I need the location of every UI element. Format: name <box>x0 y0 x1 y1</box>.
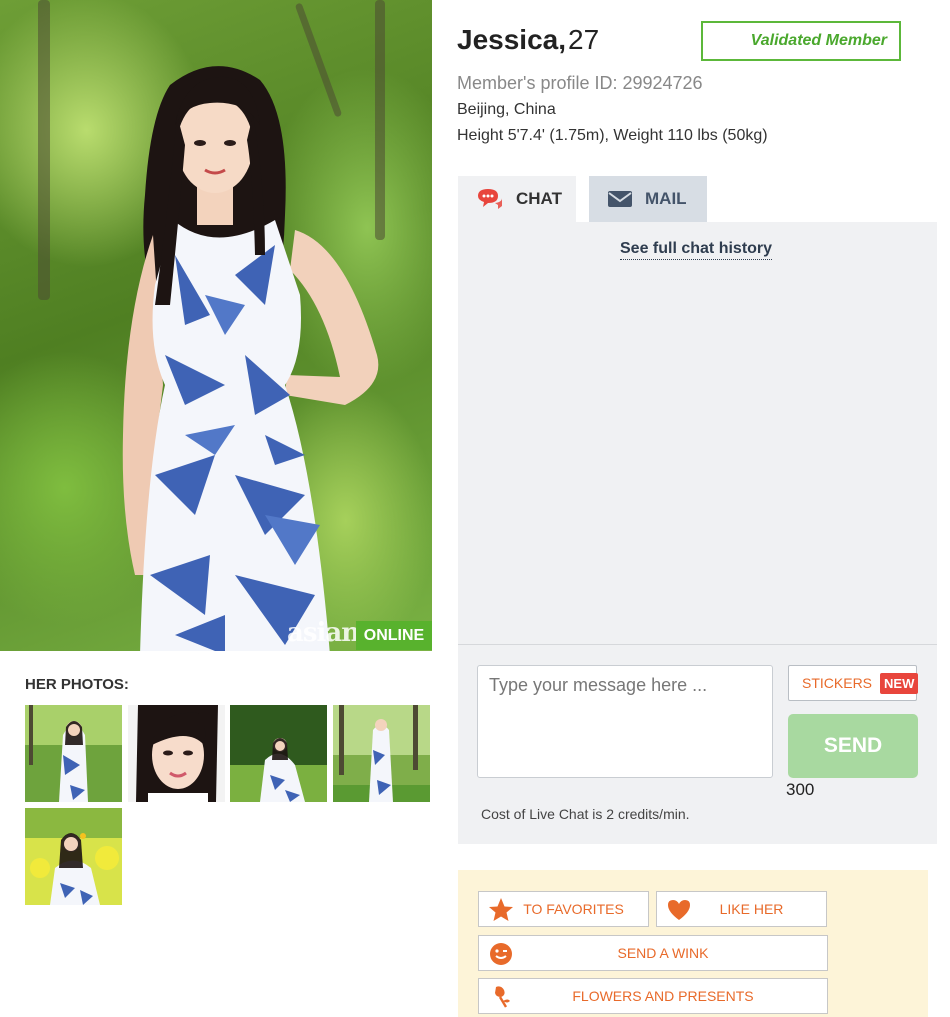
tab-chat-label: CHAT <box>516 189 562 208</box>
character-counter: 300 <box>786 780 815 799</box>
profile-height-weight: Height 5'7.4' (1.75m), Weight 110 lbs (5… <box>457 127 768 144</box>
stickers-label: STICKERS <box>802 675 873 691</box>
star-icon <box>489 898 513 921</box>
photo-thumbnail[interactable] <box>128 705 225 802</box>
new-badge: NEW <box>880 672 919 694</box>
online-status-badge: ONLINE <box>356 621 432 650</box>
chat-bubble-icon <box>478 189 502 209</box>
photo-thumbnail[interactable] <box>230 705 327 802</box>
tab-mail[interactable]: MAIL <box>589 176 707 222</box>
chat-message-input[interactable] <box>477 665 773 778</box>
main-profile-photo[interactable]: asian ONLINE <box>0 0 432 651</box>
stickers-button[interactable]: STICKERS NEW <box>788 665 919 701</box>
flowers-label: FLOWERS AND PRESENTS <box>572 988 754 1004</box>
send-button[interactable]: SEND <box>788 714 918 778</box>
profile-name: Jessica, <box>457 24 566 55</box>
like-button[interactable]: LIKE HER <box>656 891 827 927</box>
photo-thumbnail[interactable] <box>25 705 122 802</box>
chat-divider <box>458 644 937 645</box>
envelope-icon <box>608 191 632 207</box>
flower-icon <box>495 986 510 1008</box>
photo-thumbnail[interactable] <box>333 705 430 802</box>
profile-location: Beijing, China <box>457 101 556 118</box>
heart-icon <box>668 900 690 920</box>
tab-mail-label: MAIL <box>645 189 687 208</box>
wink-label: SEND A WINK <box>617 945 709 961</box>
profile-age: 27 <box>568 24 600 55</box>
photos-section-title: HER PHOTOS: <box>25 676 129 693</box>
woman-figure <box>122 66 379 651</box>
photo-thumbnail[interactable] <box>25 808 122 905</box>
photo-watermark: asian <box>287 618 360 648</box>
chat-history-link[interactable]: See full chat history <box>620 240 773 260</box>
validated-member-badge: Validated Member <box>701 21 901 61</box>
flowers-and-presents-button[interactable]: FLOWERS AND PRESENTS <box>478 978 828 1014</box>
profile-id: Member's profile ID: 29924726 <box>457 73 703 93</box>
wink-face-icon <box>490 943 512 965</box>
tab-chat[interactable]: CHAT <box>458 176 576 222</box>
chat-cost-note: Cost of Live Chat is 2 credits/min. <box>481 806 690 822</box>
send-wink-button[interactable]: SEND A WINK <box>478 935 828 971</box>
add-to-favorites-button[interactable]: TO FAVORITES <box>478 891 649 927</box>
